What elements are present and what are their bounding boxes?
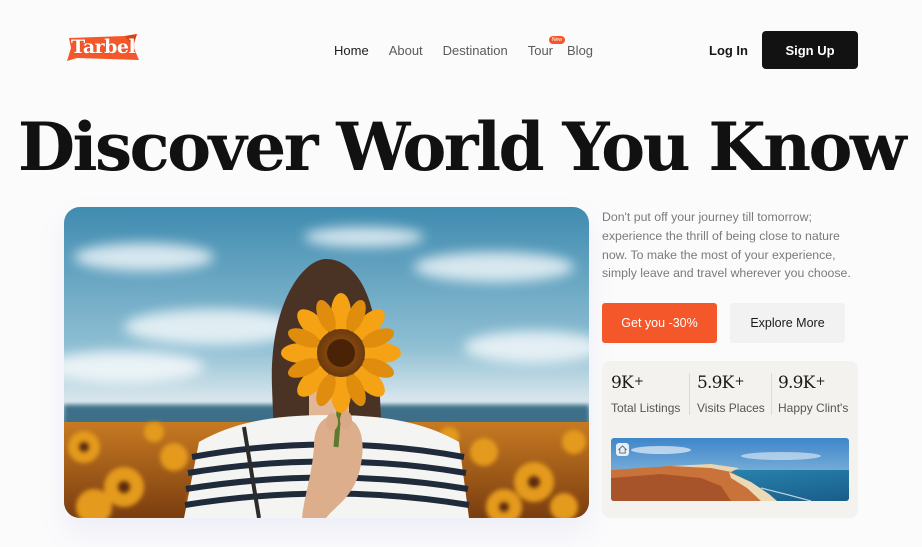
stat-value: 9.9K+ <box>778 373 848 393</box>
hero-title: Discover World You Know <box>17 108 907 186</box>
stat-value: 5.9K+ <box>697 373 765 393</box>
nav-item-blog[interactable]: Blog <box>567 43 593 58</box>
discount-cta-button[interactable]: Get you -30% <box>602 303 717 343</box>
stat-total-listings: 9K+ Total Listings <box>611 373 680 415</box>
stat-number: 9K <box>611 373 634 393</box>
stat-number: 9.9K <box>778 373 815 393</box>
hero-description: Don't put off your journey till tomorrow… <box>602 210 851 281</box>
brand-logo[interactable]: Tarbel <box>67 34 139 62</box>
beach-thumbnail[interactable] <box>611 438 849 501</box>
nav-item-about[interactable]: About <box>389 43 423 58</box>
new-badge: New <box>549 36 566 44</box>
stat-suffix: + <box>734 374 745 388</box>
stat-label: Visits Places <box>697 401 765 415</box>
main-nav: Home About Destination Tour New Blog <box>334 36 593 58</box>
stat-number: 5.9K <box>697 373 734 393</box>
nav-item-tour-label: Tour <box>527 43 554 58</box>
stat-suffix: + <box>815 374 826 388</box>
stat-divider <box>689 373 690 415</box>
stat-happy-clients: 9.9K+ Happy Clint's <box>778 373 848 415</box>
explore-more-button[interactable]: Explore More <box>730 303 845 343</box>
nav-item-destination[interactable]: Destination <box>443 43 508 58</box>
brand-name: Tarbel <box>71 36 136 58</box>
hero-photo <box>64 207 589 518</box>
stat-value: 9K+ <box>611 373 680 393</box>
signup-button[interactable]: Sign Up <box>762 31 858 69</box>
login-link[interactable]: Log In <box>709 43 748 58</box>
stat-label: Happy Clint's <box>778 401 849 415</box>
stats-card: 9K+ Total Listings 5.9K+ Visits Places 9… <box>602 361 858 518</box>
nav-item-tour[interactable]: Tour New <box>527 36 566 58</box>
stat-visits-places: 5.9K+ Visits Places <box>697 373 765 415</box>
home-icon[interactable] <box>616 443 629 456</box>
stat-suffix: + <box>633 374 644 388</box>
stat-divider <box>771 373 772 415</box>
nav-item-home[interactable]: Home <box>334 43 369 58</box>
stat-label: Total Listings <box>611 401 681 415</box>
